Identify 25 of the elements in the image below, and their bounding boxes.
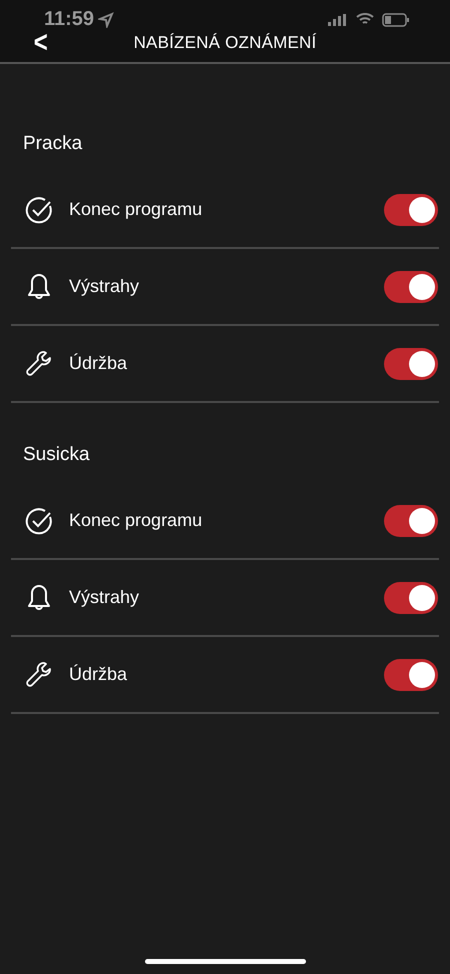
check-circle-icon [24,506,54,536]
toggle-switch[interactable] [384,270,438,302]
setting-label: Výstrahy [69,276,140,297]
screen-title: NABÍZENÁ OZNÁMENÍ [134,33,316,53]
toggle-switch[interactable] [384,504,438,536]
setting-label: Údržba [69,353,128,374]
section-title: Pracka [23,132,84,156]
toggle-switch[interactable] [384,194,438,226]
status-time: 11:59 [44,8,94,31]
toggle-switch[interactable] [384,658,438,690]
wrench-icon [24,660,54,690]
setting-label: Konec programu [69,199,204,220]
setting-label: Konec programu [69,510,204,531]
location-icon [98,12,114,28]
section-title: Susicka [23,443,91,467]
check-circle-icon [24,194,54,224]
setting-label: Výstrahy [69,587,140,608]
wrench-icon [24,348,54,378]
toggle-switch[interactable] [384,582,438,614]
setting-label: Údržba [69,664,128,685]
battery-icon [382,12,410,26]
back-button[interactable]: < [34,28,48,58]
toggle-switch[interactable] [384,348,438,380]
signal-icon [328,14,348,26]
wifi-icon [356,13,374,26]
